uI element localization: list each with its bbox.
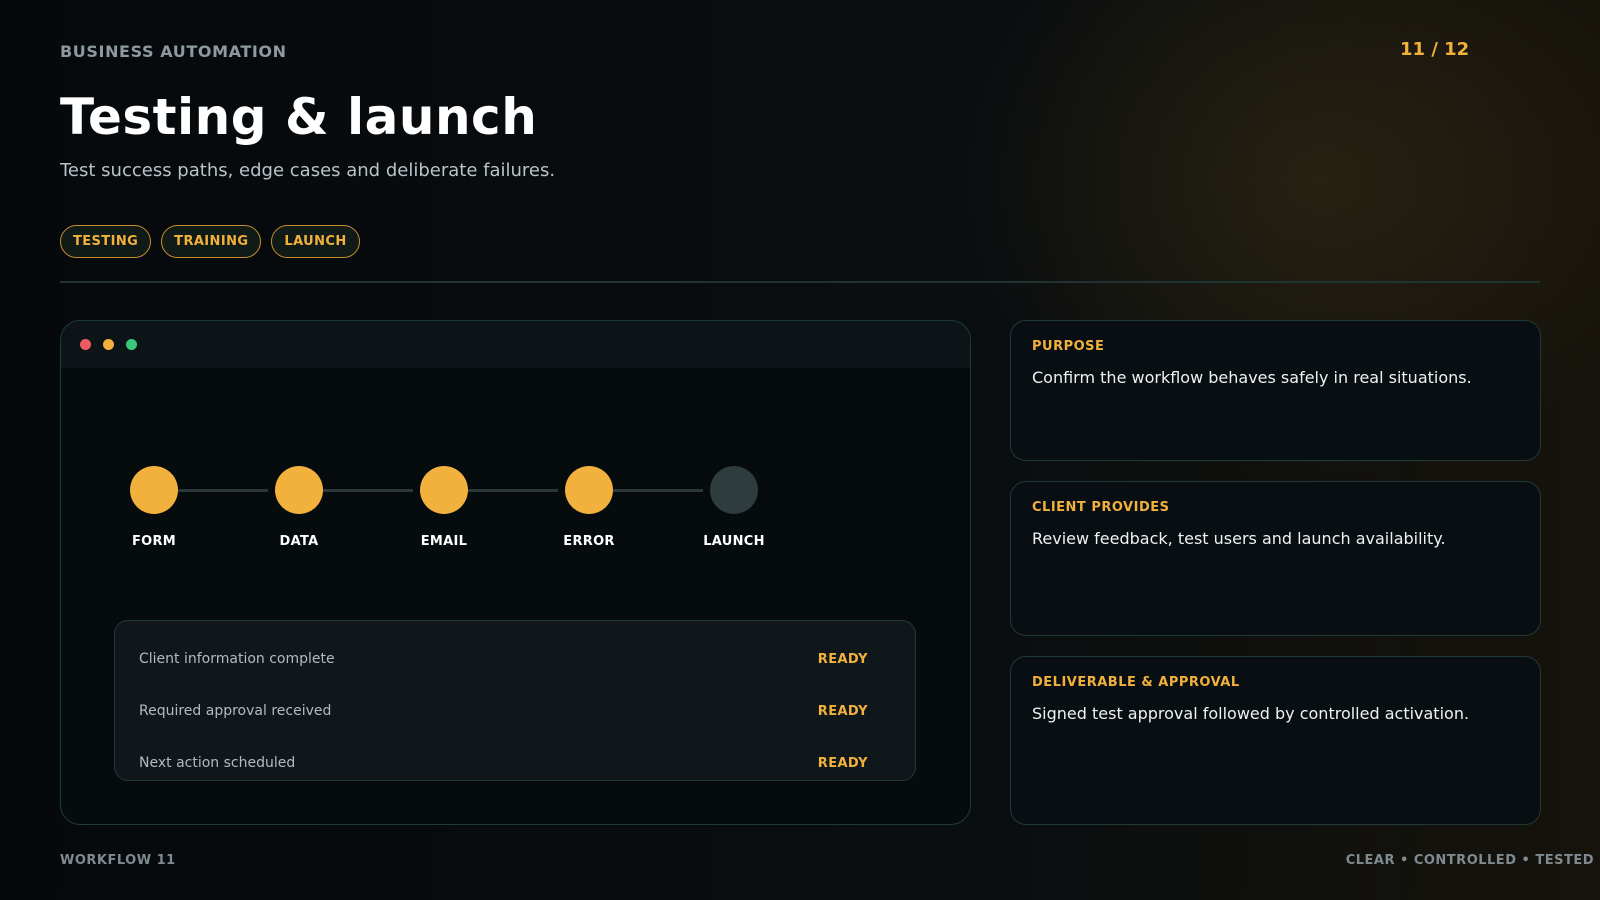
minimize-dot-icon[interactable]: [103, 339, 114, 350]
card-text: Confirm the workflow behaves safely in r…: [1032, 368, 1472, 387]
card-label: CLIENT PROVIDES: [1032, 500, 1170, 515]
step-label: LAUNCH: [703, 534, 765, 549]
checklist-item-text: Required approval received: [139, 703, 332, 719]
step-node-complete: [275, 466, 323, 514]
step-email: EMAIL: [404, 466, 484, 549]
step-node-complete: [130, 466, 178, 514]
checklist-row: Next action scheduled READY: [115, 737, 915, 789]
close-dot-icon[interactable]: [80, 339, 91, 350]
step-label: ERROR: [563, 534, 615, 549]
step-label: EMAIL: [420, 534, 468, 549]
step-label: FORM: [131, 534, 177, 549]
workflow-window: FORM DATA EMAIL ERROR LAUNCH Client info…: [60, 320, 971, 825]
card-text: Review feedback, test users and launch a…: [1032, 529, 1446, 548]
readiness-checklist: Client information complete READY Requir…: [114, 620, 916, 781]
step-label: DATA: [279, 534, 319, 549]
footer-tagline: CLEAR • CONTROLLED • TESTED: [1345, 853, 1594, 868]
status-badge: READY: [817, 703, 868, 719]
checklist-item-text: Client information complete: [139, 651, 335, 667]
step-launch: LAUNCH: [694, 466, 774, 549]
step-node-complete: [565, 466, 613, 514]
step-data: DATA: [259, 466, 339, 549]
checklist-row: Required approval received READY: [115, 685, 915, 737]
footer-workflow-label: WORKFLOW 11: [60, 853, 176, 868]
card-label: PURPOSE: [1032, 339, 1105, 354]
header-divider: [60, 281, 1540, 283]
workflow-steps: FORM DATA EMAIL ERROR LAUNCH: [114, 466, 834, 566]
tag-launch: LAUNCH: [271, 225, 360, 258]
step-error: ERROR: [549, 466, 629, 549]
deliverable-approval-card: DELIVERABLE & APPROVAL Signed test appro…: [1010, 656, 1541, 825]
page-subtitle: Test success paths, edge cases and delib…: [60, 160, 556, 181]
page-title: Testing & launch: [60, 88, 538, 146]
step-node-pending: [710, 466, 758, 514]
page-counter: 11 / 12: [1400, 39, 1470, 60]
checklist-row: Client information complete READY: [115, 633, 915, 685]
checklist-item-text: Next action scheduled: [139, 755, 296, 771]
step-form: FORM: [114, 466, 194, 549]
card-label: DELIVERABLE & APPROVAL: [1032, 675, 1240, 690]
client-provides-card: CLIENT PROVIDES Review feedback, test us…: [1010, 481, 1541, 636]
section-kicker: BUSINESS AUTOMATION: [60, 42, 287, 61]
tag-testing: TESTING: [60, 225, 152, 258]
step-node-complete: [420, 466, 468, 514]
card-text: Signed test approval followed by control…: [1032, 704, 1470, 723]
status-badge: READY: [817, 755, 868, 771]
maximize-dot-icon[interactable]: [126, 339, 137, 350]
status-badge: READY: [817, 651, 868, 667]
tag-training: TRAINING: [161, 225, 262, 258]
tag-list: TESTING TRAINING LAUNCH: [60, 225, 360, 258]
purpose-card: PURPOSE Confirm the workflow behaves saf…: [1010, 320, 1541, 461]
window-titlebar: [61, 321, 970, 368]
